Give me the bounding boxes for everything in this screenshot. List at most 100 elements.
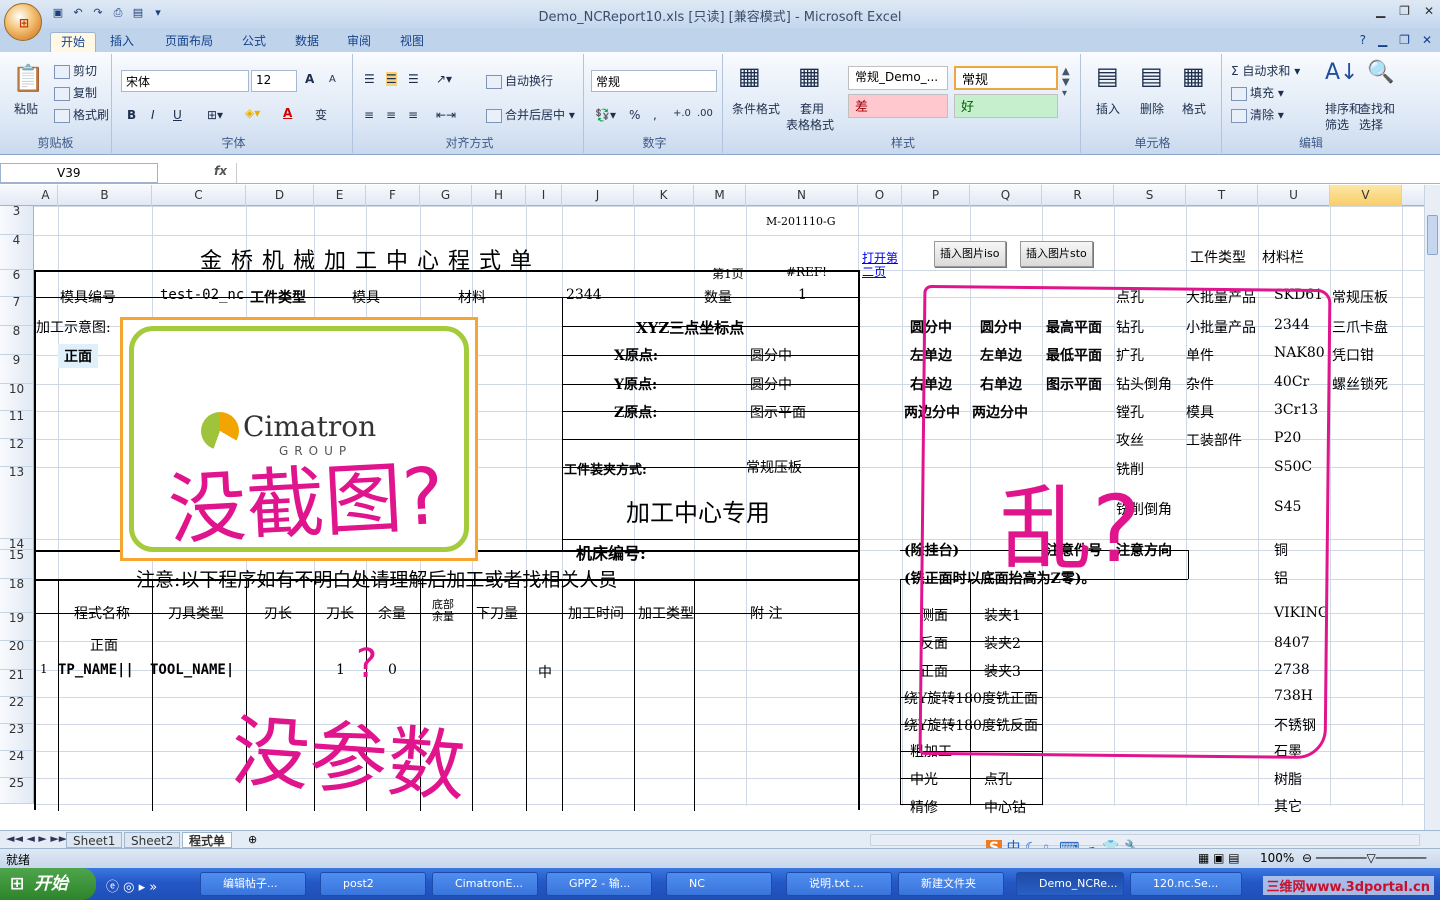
table-format-icon[interactable]: ▦ [798,62,821,90]
row-header-25[interactable]: 25 [0,776,34,804]
help-icon[interactable]: ? [1360,33,1366,47]
style-good[interactable]: 好 [954,94,1058,118]
clear-button[interactable]: 清除 ▾ [1231,106,1284,123]
font-size-select[interactable]: 12 [251,70,297,92]
bold-button[interactable]: B [127,108,136,122]
currency-icon[interactable]: 💱▾ [595,108,616,122]
conditional-format-icon[interactable]: ▦ [738,62,761,90]
print-preview-icon[interactable]: ⎙ [110,5,126,21]
sheet-nav-icon[interactable]: ◄◄ ◄ ► ►► [6,832,67,845]
font-family-select[interactable]: 宋体 [121,70,249,92]
close-icon[interactable]: ✕ [1424,4,1434,18]
bottom-align-icon[interactable]: ☰ [408,72,419,86]
underline-button[interactable]: U [173,108,182,122]
inserted-picture[interactable]: Cimatron GROUP [120,317,478,561]
delete-cells-icon[interactable]: ▤ [1140,62,1163,90]
style-normal[interactable]: 常规 [954,66,1058,90]
indent-icon[interactable]: ⇤⇥ [436,108,456,122]
start-button[interactable]: ⊞ 开始 [0,868,96,900]
top-align-icon[interactable]: ☰ [364,72,375,86]
formula-input[interactable] [236,163,1422,183]
column-header-B[interactable]: B [58,185,152,206]
tab-data[interactable]: 数据 [285,32,329,52]
horizontal-scrollbar[interactable] [870,834,1420,846]
column-header-J[interactable]: J [562,185,634,206]
print-icon[interactable]: ▤ [130,5,146,21]
fx-icon[interactable]: fx [214,164,227,178]
number-format-select[interactable]: 常规 [591,70,717,92]
table-format-label2[interactable]: 表格格式 [786,116,834,133]
column-header-G[interactable]: G [420,185,472,206]
insert-picture-iso-button[interactable]: 插入图片iso [934,241,1006,267]
sort-filter-icon[interactable]: A↓ [1325,60,1358,85]
workbook-close-icon[interactable]: ✕ [1422,33,1432,47]
merge-center-button[interactable]: 合并后居中 ▾ [486,106,575,123]
format-cells-icon[interactable]: ▦ [1182,62,1205,90]
restore-icon[interactable]: ❐ [1399,4,1410,18]
insert-cells-button[interactable]: 插入 [1096,100,1120,117]
decrease-decimal-button[interactable]: .00 [697,108,713,119]
column-header-R[interactable]: R [1042,185,1114,206]
find-select-icon[interactable]: 🔍 [1367,60,1394,85]
tab-view[interactable]: 视图 [390,32,434,52]
paste-icon[interactable]: 📋 [12,64,44,94]
middle-align-icon[interactable]: ☰ [386,72,397,86]
column-header-U[interactable]: U [1258,185,1330,206]
tab-formulas[interactable]: 公式 [232,32,276,52]
column-header-A[interactable]: A [34,185,58,206]
vertical-scrollbar[interactable] [1424,185,1440,830]
tab-review[interactable]: 审阅 [337,32,381,52]
row-header-13[interactable]: 13 [0,465,34,539]
taskbar-item[interactable]: 说明.txt ... [786,872,892,896]
taskbar-item[interactable]: 120.nc.Se... [1130,872,1242,896]
border-icon[interactable]: ⊞▾ [207,108,223,122]
tab-page-layout[interactable]: 页面布局 [155,32,223,52]
comma-button[interactable]: , [653,108,657,122]
column-header-E[interactable]: E [314,185,366,206]
tab-home[interactable]: 开始 [50,32,97,52]
scroll-thumb[interactable] [1427,215,1438,255]
taskbar-item[interactable]: Demo_NCRe... [1016,872,1124,896]
format-painter-button[interactable]: 格式刷 [54,106,109,123]
conditional-format-button[interactable]: 条件格式 [732,100,780,117]
office-button[interactable]: ⊞ [4,3,42,41]
cut-button[interactable]: 剪切 [54,62,97,79]
percent-button[interactable]: % [629,108,640,122]
fill-color-icon[interactable]: ◈▾ [245,106,260,120]
column-header-M[interactable]: M [694,185,746,206]
customize-qat-icon[interactable]: ▾ [150,5,166,21]
styles-scroll-icon[interactable]: ▲ ▼ ▾ [1062,66,1070,99]
column-header-S[interactable]: S [1114,185,1186,206]
column-header-F[interactable]: F [366,185,420,206]
insert-cells-icon[interactable]: ▤ [1096,62,1119,90]
align-center-icon[interactable]: ≡ [386,108,396,122]
taskbar-item[interactable]: 新建文件夹 [898,872,1004,896]
save-icon[interactable]: ▣ [50,5,66,21]
style-bad[interactable]: 差 [848,94,948,118]
column-header-D[interactable]: D [246,185,314,206]
sheet-tab-1[interactable]: Sheet1 [66,832,123,848]
sort-filter-button[interactable]: 排序和 [1325,100,1361,117]
format-cells-button[interactable]: 格式 [1182,100,1206,117]
view-buttons-icon[interactable]: ▦ ▣ ▤ [1198,851,1240,865]
taskbar-item[interactable]: NC [666,872,772,896]
sheet-tab-2[interactable]: Sheet2 [124,832,181,848]
column-header-N[interactable]: N [746,185,858,206]
tab-insert[interactable]: 插入 [100,32,144,52]
italic-button[interactable]: I [151,108,155,122]
align-left-icon[interactable]: ≡ [364,108,374,122]
column-header-C[interactable]: C [152,185,246,206]
zoom-level[interactable]: 100% [1260,851,1294,865]
quick-launch-icons[interactable]: ⓔ ◎ ▸ » [106,876,157,895]
sheet-tab-program[interactable]: 程式单 [182,832,233,848]
column-header-O[interactable]: O [858,185,902,206]
workbook-minimize-icon[interactable]: ▁ [1378,33,1387,47]
paste-button[interactable]: 粘贴 [14,100,38,117]
fill-button[interactable]: 填充 ▾ [1231,84,1284,101]
column-header-I[interactable]: I [526,185,562,206]
undo-icon[interactable]: ↶ [70,5,86,21]
column-header-K[interactable]: K [634,185,694,206]
column-header-H[interactable]: H [472,185,526,206]
delete-cells-button[interactable]: 删除 [1140,100,1164,117]
worksheet-grid[interactable]: ABCDEFGHIJKMNOPQRSTUV 3 4 6 7 8 9 10 11 12 13 14 15… [0,185,1424,830]
